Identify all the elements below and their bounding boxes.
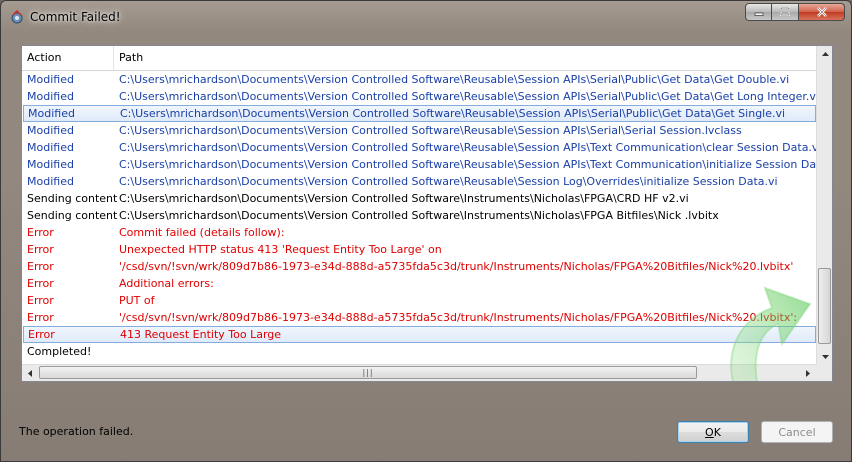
minimize-button[interactable] — [745, 3, 772, 21]
maximize-icon — [780, 7, 790, 16]
tortoisesvn-icon — [11, 9, 23, 24]
row-path: '/csd/svn/!svn/wrk/809d7b86-1973-e34d-88… — [119, 260, 794, 273]
list-rows: Modified C:\Users\mrichardson\Documents\V… — [22, 71, 832, 360]
list-row[interactable]: Error 413 Request Entity Too Large — [23, 326, 816, 343]
scroll-right-button[interactable] — [800, 365, 816, 381]
close-button[interactable] — [799, 3, 845, 21]
row-action: Error — [27, 311, 54, 324]
row-action: Modified — [27, 158, 74, 171]
window-title: Commit Failed! — [30, 10, 121, 24]
column-header-path[interactable]: Path — [114, 46, 817, 70]
grip-icon: ||| — [362, 368, 374, 377]
scroll-left-button[interactable] — [22, 365, 38, 381]
row-path: C:\Users\mrichardson\Documents\Version C… — [119, 73, 790, 86]
row-path: C:\Users\mrichardson\Documents\Version C… — [120, 107, 786, 120]
list-row[interactable]: Error Additional errors: — [22, 275, 817, 292]
list-header: Action Path — [22, 46, 817, 71]
list-row[interactable]: Modified C:\Users\mrichardson\Documents\V… — [22, 173, 817, 190]
list-row[interactable]: Modified C:\Users\mrichardson\Documents\V… — [22, 139, 822, 156]
row-action: Error — [28, 328, 55, 341]
scrollbar-corner — [816, 364, 832, 381]
row-action: Modified — [27, 124, 74, 137]
maximize-button[interactable] — [772, 3, 799, 21]
title-bar[interactable]: Commit Failed! — [1, 1, 851, 35]
row-action: Error — [27, 277, 54, 290]
arrow-right-icon — [806, 369, 810, 377]
row-action: Error — [27, 260, 54, 273]
cancel-button[interactable]: Cancel — [761, 421, 833, 443]
list-row[interactable]: Modified C:\Users\mrichardson\Documents\V… — [22, 71, 817, 88]
column-header-action[interactable]: Action — [22, 46, 114, 70]
ok-button[interactable]: OK — [677, 421, 749, 443]
list-row[interactable]: Modified C:\Users\mrichardson\Documents\V… — [22, 122, 817, 139]
close-icon — [816, 7, 827, 17]
horizontal-scroll-thumb[interactable]: ||| — [39, 366, 697, 379]
row-path: C:\Users\mrichardson\Documents\Version C… — [119, 209, 719, 222]
row-action: Error — [27, 226, 54, 239]
arrow-up-icon — [821, 52, 829, 56]
commit-failed-dialog: Commit Failed! Action Path Modified C:\Us… — [0, 0, 852, 462]
list-row[interactable]: Modified C:\Users\mrichardson\Documents\V… — [22, 156, 832, 173]
scroll-down-button[interactable] — [817, 349, 832, 365]
row-action: Modified — [28, 107, 75, 120]
row-path: C:\Users\mrichardson\Documents\Version C… — [119, 175, 778, 188]
row-path: Unexpected HTTP status 413 'Request Enti… — [119, 243, 442, 256]
row-path: C:\Users\mrichardson\Documents\Version C… — [119, 141, 822, 154]
row-action: Modified — [27, 175, 74, 188]
ok-button-label-rest: K — [713, 425, 721, 439]
row-path: Additional errors: — [119, 277, 214, 290]
list-row[interactable]: Sending content C:\Users\mrichardson\Docu… — [22, 190, 817, 207]
row-action: Completed! — [27, 345, 92, 358]
list-row[interactable]: Completed! — [22, 343, 817, 360]
status-message: The operation failed. — [19, 425, 134, 438]
vertical-scroll-thumb[interactable] — [818, 268, 831, 344]
row-path: Commit failed (details follow): — [119, 226, 285, 239]
ok-button-mnemonic: O — [705, 425, 714, 439]
arrow-left-icon — [28, 369, 32, 377]
list-row[interactable]: Sending content C:\Users\mrichardson\Docu… — [22, 207, 817, 224]
row-action: Sending content — [27, 192, 118, 205]
row-action: Modified — [27, 141, 74, 154]
row-path: C:\Users\mrichardson\Documents\Version C… — [119, 158, 833, 171]
row-path: 413 Request Entity Too Large — [120, 328, 282, 341]
row-path: C:\Users\mrichardson\Documents\Version C… — [119, 90, 819, 103]
row-action: Sending content — [27, 209, 118, 222]
row-action: Error — [27, 294, 54, 307]
list-row[interactable]: Error '/csd/svn/!svn/wrk/809d7b86-1973-e… — [22, 309, 817, 326]
list-row[interactable]: Error Commit failed (details follow): — [22, 224, 817, 241]
list-row[interactable]: Error PUT of — [22, 292, 817, 309]
row-path: C:\Users\mrichardson\Documents\Version C… — [119, 192, 689, 205]
row-action: Error — [27, 243, 54, 256]
commit-log-list[interactable]: Action Path Modified C:\Users\mrichardson… — [21, 45, 833, 382]
list-row[interactable]: Error '/csd/svn/!svn/wrk/809d7b86-1973-e… — [22, 258, 817, 275]
list-row[interactable]: Modified C:\Users\mrichardson\Documents\V… — [22, 88, 819, 105]
list-row[interactable]: Error Unexpected HTTP status 413 'Request… — [22, 241, 817, 258]
row-action: Modified — [27, 90, 74, 103]
row-path: '/csd/svn/!svn/wrk/809d7b86-1973-e34d-88… — [119, 311, 798, 324]
row-path: C:\Users\mrichardson\Documents\Version C… — [119, 124, 742, 137]
row-action: Modified — [27, 73, 74, 86]
row-path: PUT of — [119, 294, 155, 307]
horizontal-scrollbar[interactable]: ||| — [22, 364, 817, 381]
scroll-up-button[interactable] — [817, 46, 832, 62]
caption-buttons — [745, 3, 845, 22]
list-row[interactable]: Modified C:\Users\mrichardson\Documents\V… — [23, 105, 816, 122]
minimize-icon — [754, 12, 763, 16]
vertical-scrollbar[interactable] — [816, 46, 832, 365]
arrow-down-icon — [821, 355, 829, 359]
